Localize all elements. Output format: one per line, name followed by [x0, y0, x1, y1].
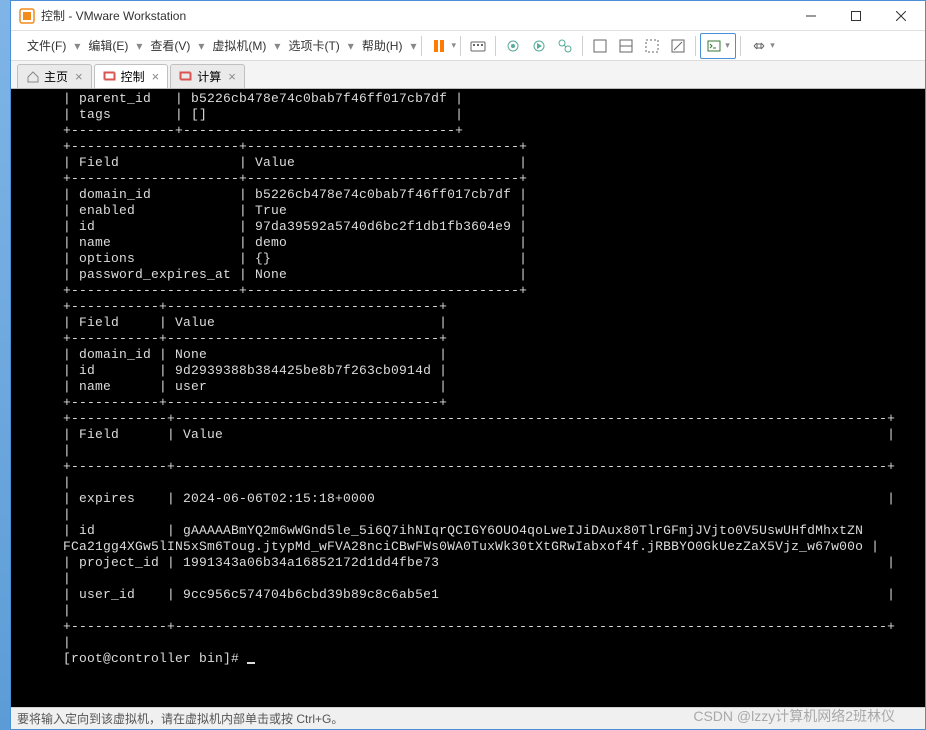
- menu-file[interactable]: 文件(F): [19, 33, 74, 58]
- maximize-button[interactable]: [833, 1, 878, 30]
- menu-tabs[interactable]: 选项卡(T): [280, 33, 347, 58]
- home-icon: [26, 70, 40, 84]
- console-icon[interactable]: ▾: [700, 33, 736, 59]
- titlebar: 控制 - VMware Workstation: [11, 1, 925, 31]
- terminal-output[interactable]: | parent_id | b5226cb478e74c0bab7f46ff01…: [11, 89, 925, 707]
- send-ctrlaltdel-icon[interactable]: [465, 33, 491, 59]
- tab-compute[interactable]: 计算 ×: [170, 64, 245, 88]
- fullscreen-icon[interactable]: [587, 33, 613, 59]
- tab-home[interactable]: 主页 ×: [17, 64, 92, 88]
- close-icon[interactable]: ×: [75, 69, 83, 84]
- expand-icon[interactable]: ▾: [745, 33, 781, 59]
- vm-icon: [179, 70, 193, 84]
- menu-help[interactable]: 帮助(H): [354, 33, 411, 58]
- tab-control[interactable]: 控制 ×: [94, 64, 169, 88]
- window-title: 控制 - VMware Workstation: [41, 7, 788, 24]
- revert-snapshot-icon[interactable]: [526, 33, 552, 59]
- menubar: 文件(F)▾ 编辑(E)▾ 查看(V)▾ 虚拟机(M)▾ 选项卡(T)▾ 帮助(…: [11, 31, 925, 61]
- close-button[interactable]: [878, 1, 923, 30]
- unity-icon[interactable]: [613, 33, 639, 59]
- pause-icon[interactable]: [426, 33, 452, 59]
- app-window: 控制 - VMware Workstation 文件(F) ▾ 编辑(E) ▾ 查看…: [10, 0, 926, 730]
- tab-label: 计算: [197, 68, 221, 85]
- manage-snapshot-icon[interactable]: [552, 33, 578, 59]
- minimize-button[interactable]: [788, 1, 833, 30]
- thumbnail-icon[interactable]: [639, 33, 665, 59]
- tab-label: 控制: [121, 68, 145, 85]
- menu-view[interactable]: 查看(V): [142, 33, 198, 58]
- menu-edit[interactable]: 编辑(E): [80, 33, 136, 58]
- snapshot-icon[interactable]: [500, 33, 526, 59]
- status-hint: 要将输入定向到该虚拟机，请在虚拟机内部单击或按 Ctrl+G。: [17, 710, 343, 727]
- tab-label: 主页: [44, 68, 68, 85]
- statusbar: 要将输入定向到该虚拟机，请在虚拟机内部单击或按 Ctrl+G。 CSDN @lz…: [11, 707, 925, 729]
- vm-icon: [103, 70, 117, 84]
- vmware-icon: [19, 8, 35, 24]
- stretch-icon[interactable]: [665, 33, 691, 59]
- watermark: CSDN @lzzy计算机网络2班林仪: [693, 706, 895, 726]
- tabbar: 主页 × 控制 × 计算 ×: [11, 61, 925, 89]
- close-icon[interactable]: ×: [152, 69, 160, 84]
- menu-vm[interactable]: 虚拟机(M): [204, 33, 274, 58]
- close-icon[interactable]: ×: [228, 69, 236, 84]
